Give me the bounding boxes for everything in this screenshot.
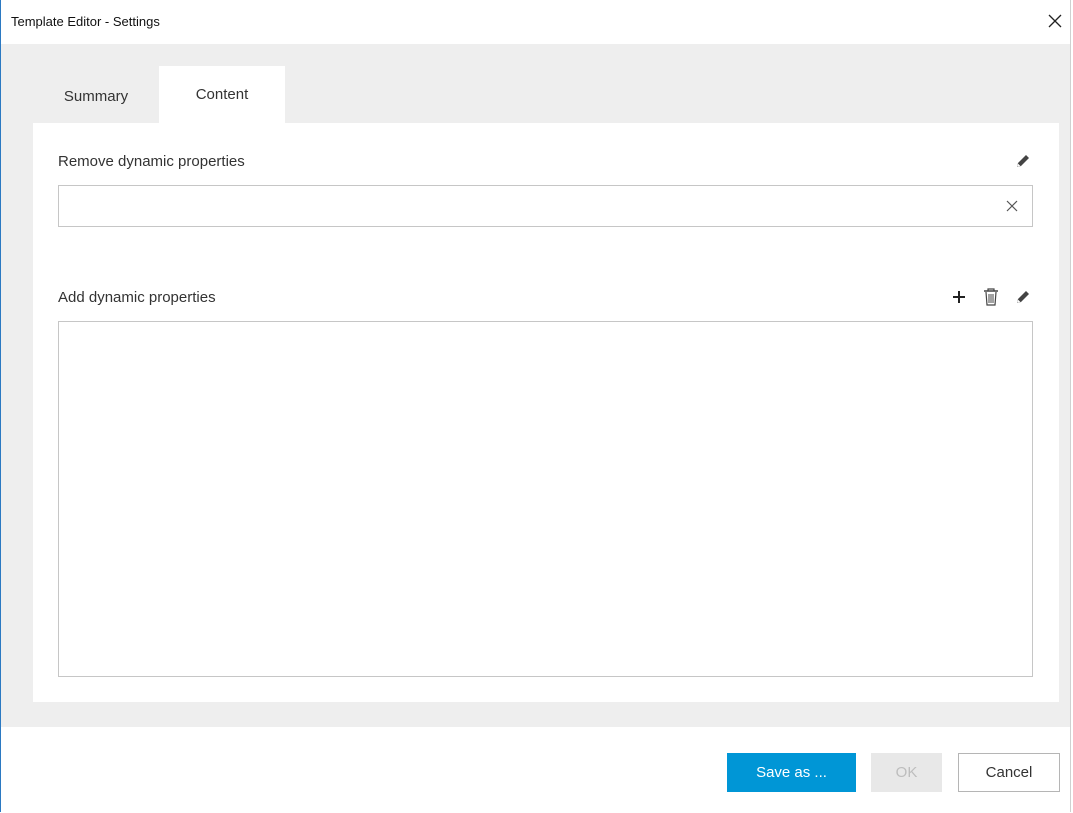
edit-property-button[interactable]: [1013, 287, 1033, 307]
plus-icon: [953, 291, 965, 303]
remove-dynamic-properties-field[interactable]: [67, 186, 1001, 226]
tab-content-label: Content: [195, 86, 249, 103]
dynamic-properties-list[interactable]: [58, 321, 1033, 677]
add-dynamic-properties-label: Add dynamic properties: [58, 289, 216, 306]
trash-icon: [984, 288, 998, 306]
add-property-button[interactable]: [949, 287, 969, 307]
tab-content[interactable]: Content: [159, 66, 285, 123]
remove-edit-button[interactable]: [1013, 151, 1033, 171]
delete-property-button[interactable]: [981, 287, 1001, 307]
save-as-button[interactable]: Save as ...: [727, 753, 856, 792]
title-bar: Template Editor - Settings: [1, 0, 1070, 44]
clear-input-button[interactable]: [1004, 198, 1020, 214]
pencil-icon: [1017, 155, 1029, 167]
dialog-body: Summary Content Remove dynamic propertie…: [1, 44, 1070, 727]
close-icon: [1048, 14, 1062, 28]
window-title: Template Editor - Settings: [11, 14, 160, 29]
content-panel: Remove dynamic properties Add dynamic pr…: [33, 123, 1059, 702]
remove-dynamic-properties-input[interactable]: [58, 185, 1033, 227]
dialog-footer: Save as ... OK Cancel: [1, 727, 1070, 812]
tab-summary-label: Summary: [63, 88, 129, 105]
remove-dynamic-properties-label: Remove dynamic properties: [58, 153, 245, 170]
tab-summary[interactable]: Summary: [33, 66, 159, 123]
ok-button[interactable]: OK: [871, 753, 942, 792]
cancel-button[interactable]: Cancel: [958, 753, 1060, 792]
close-button[interactable]: [1042, 8, 1068, 34]
tab-bar: Summary Content: [33, 66, 285, 123]
clear-icon: [1006, 200, 1018, 212]
pencil-icon: [1017, 291, 1029, 303]
template-editor-window: Template Editor - Settings Summary Conte…: [0, 0, 1071, 812]
